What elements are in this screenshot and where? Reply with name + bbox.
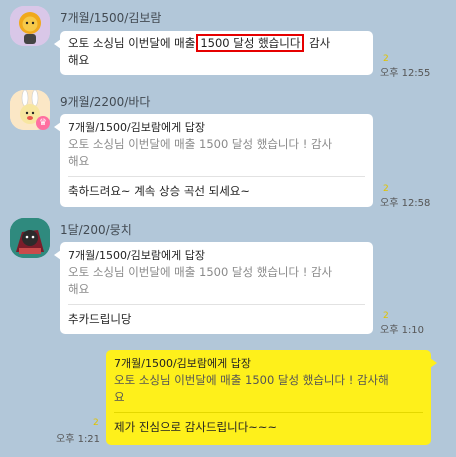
avatar-jordy-icon (10, 218, 50, 258)
quoted-text-line2: 해요 (68, 154, 90, 168)
avatar[interactable] (10, 218, 50, 258)
quoted-text-line2: 요 (114, 390, 125, 404)
reply-header: 7개월/1500/김보람에게 답장 (114, 357, 251, 370)
sender-name: 7개월/1500/김보람 (60, 11, 162, 25)
unread-count: 2 (383, 184, 389, 194)
timestamp: 오후 1:21 (56, 434, 101, 445)
quoted-text-line2: 해요 (68, 282, 90, 296)
message-text: 오토 소싱님 이번달에 매출 1500 달성 했습니다 감사 (68, 34, 331, 52)
divider (68, 176, 365, 177)
reply-header: 7개월/1500/김보람에게 답장 (68, 249, 205, 262)
avatar-ryan-icon (10, 6, 50, 46)
timestamp: 오후 1:10 (380, 325, 425, 336)
unread-count: 2 (383, 311, 389, 321)
quoted-text: 오토 소싱님 이번달에 매출 1500 달성 했습니다 ! 감사 (68, 265, 333, 279)
message-text-line2: 해요 (68, 53, 90, 67)
reply-bubble[interactable]: 7개월/1500/김보람에게 답장 오토 소싱님 이번달에 매출 1500 달성… (54, 242, 373, 334)
message-text: 추카드립니당 (68, 312, 132, 326)
divider (114, 412, 423, 413)
reply-header: 7개월/1500/김보람에게 답장 (68, 121, 205, 134)
message-text: 제가 진심으로 감사드립니다~~~ (114, 420, 278, 434)
my-reply-bubble[interactable]: 7개월/1500/김보람에게 답장 오토 소싱님 이번달에 매출 1500 달성… (106, 350, 437, 445)
unread-count: 2 (383, 54, 389, 64)
divider (68, 304, 365, 305)
quoted-text: 오토 소싱님 이번달에 매출 1500 달성 했습니다 ! 감사 (68, 137, 333, 151)
timestamp: 오후 12:55 (380, 68, 431, 79)
crown-badge-icon: ♛ (36, 116, 50, 130)
timestamp: 오후 12:58 (380, 198, 431, 209)
sender-name: 9개월/2200/바다 (60, 95, 151, 109)
message-text: 축하드려요~ 계속 상승 곡선 되세요~ (68, 184, 251, 198)
reply-bubble[interactable]: 7개월/1500/김보람에게 답장 오토 소싱님 이번달에 매출 1500 달성… (54, 114, 373, 207)
message-bubble[interactable]: 오토 소싱님 이번달에 매출 1500 달성 했습니다 감사 해요 (54, 31, 373, 75)
highlighted-text: 1500 달성 했습니다 (196, 34, 305, 52)
unread-count: 2 (93, 418, 99, 428)
avatar[interactable] (10, 6, 50, 46)
sender-name: 1달/200/뭉치 (60, 223, 132, 237)
quoted-text: 오토 소싱님 이번달에 매출 1500 달성 했습니다 ! 감사해 (114, 373, 389, 387)
